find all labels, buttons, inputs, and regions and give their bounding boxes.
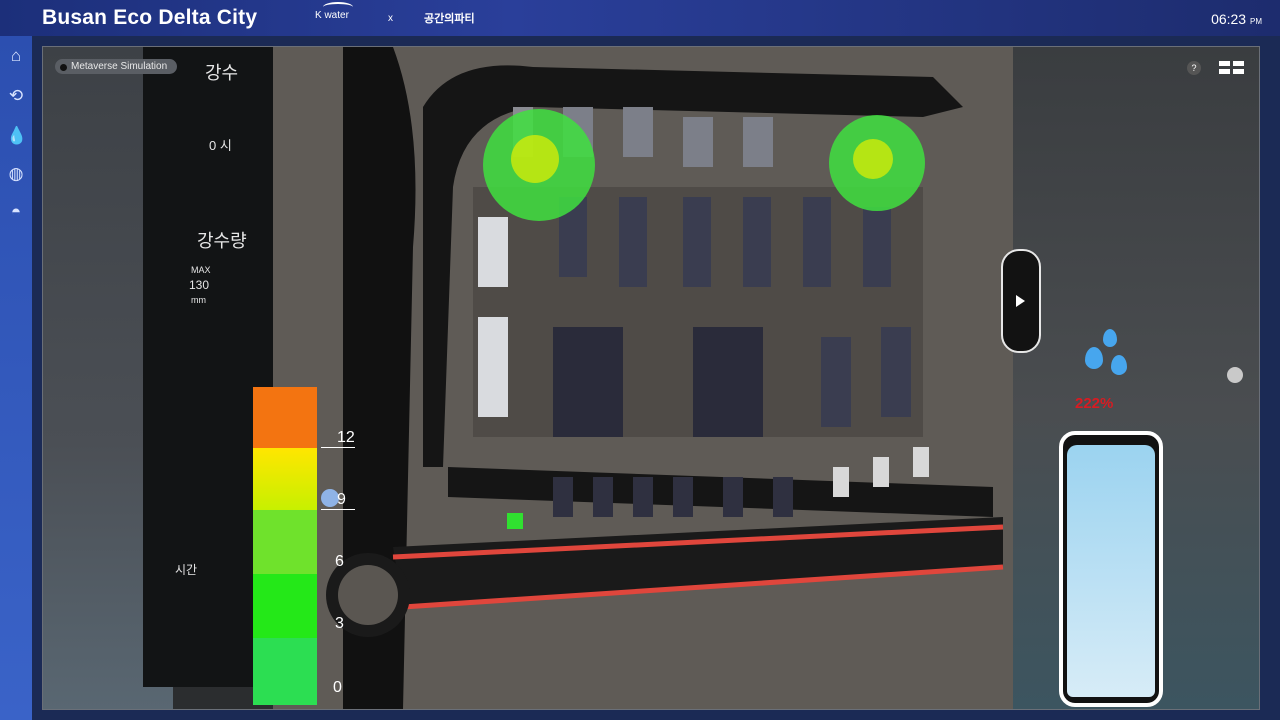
slider-handle[interactable] xyxy=(1227,367,1243,383)
scale-band-12-plus xyxy=(253,387,317,448)
logo-separator: x xyxy=(388,13,393,24)
sidebar: ⌂ ⟲ 💧 ◍ ◓ xyxy=(0,36,32,720)
rain-drops-icon xyxy=(1075,329,1135,385)
scale-tick-0: 0 xyxy=(333,679,342,696)
scale-band-6-9 xyxy=(253,510,317,574)
time-indicator-top: 0 시 xyxy=(209,138,232,153)
scale-tickline-12 xyxy=(321,447,355,448)
unit-label: mm xyxy=(191,295,206,305)
clock: 06:23 PM xyxy=(1211,11,1262,27)
rainfall-color-scale xyxy=(253,387,317,705)
simulation-viewport[interactable]: Metaverse Simulation 강수 0 시 강수량 MAX 130 … xyxy=(42,46,1260,710)
scale-tick-12: 12 xyxy=(337,429,355,446)
water-level-gauge xyxy=(1059,431,1163,707)
kwater-logo: K water xyxy=(315,2,353,21)
water-drops-icon[interactable]: 💧 xyxy=(6,126,27,146)
max-value: 130 xyxy=(189,278,210,292)
scale-tick-9: 9 xyxy=(337,491,346,508)
top-bar: Busan Eco Delta City K water x 공간의파티 06:… xyxy=(0,0,1280,36)
globe-icon[interactable]: ◍ xyxy=(6,164,26,184)
scale-band-0-3 xyxy=(253,638,317,705)
app-title: Busan Eco Delta City xyxy=(42,6,258,29)
scale-tickline-9 xyxy=(321,509,355,510)
rain-title-top: 강수 xyxy=(205,63,239,83)
rainfall-percent: 222% xyxy=(1075,395,1114,412)
next-panel-button[interactable] xyxy=(1001,249,1041,353)
play-arrow-icon xyxy=(1016,295,1025,307)
help-icon[interactable]: ? xyxy=(1187,61,1201,75)
menu-grid-icon[interactable] xyxy=(1219,61,1245,75)
city-map-graphic xyxy=(273,47,1013,709)
metaverse-simulation-badge: Metaverse Simulation xyxy=(55,59,178,74)
scale-tick-3: 3 xyxy=(335,615,344,632)
time-label: 시간 xyxy=(175,563,198,577)
water-pipe-icon[interactable]: ⟲ xyxy=(6,86,26,106)
helmet-icon[interactable]: ◓ xyxy=(6,202,26,222)
partner-logo: 공간의파티 xyxy=(424,13,475,25)
scale-tick-6: 6 xyxy=(335,553,344,570)
max-label: MAX xyxy=(191,265,211,275)
city-map-3d[interactable] xyxy=(273,47,1013,709)
water-level-fill xyxy=(1067,445,1155,697)
rainfall-title: 강수량 xyxy=(197,231,247,251)
home-icon[interactable]: ⌂ xyxy=(6,46,26,66)
scale-band-9-12 xyxy=(253,448,317,510)
scale-band-3-6 xyxy=(253,574,317,638)
